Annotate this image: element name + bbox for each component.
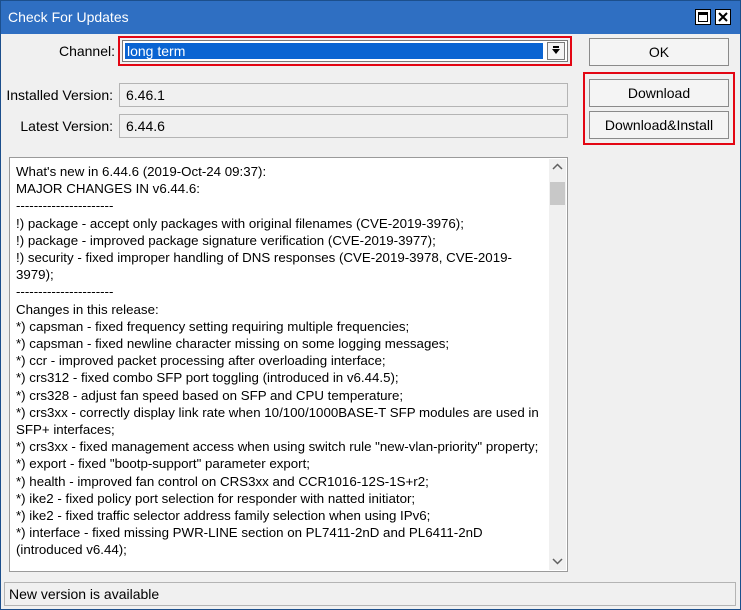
maximize-button[interactable] [695, 9, 711, 25]
note-line: !) package - accept only packages with o… [16, 215, 464, 231]
download-install-button[interactable]: Download&Install [589, 111, 729, 139]
download-button[interactable]: Download [589, 79, 729, 107]
installed-version-label: Installed Version: [6, 87, 113, 103]
latest-version-label: Latest Version: [20, 118, 113, 134]
scroll-up-button[interactable] [549, 159, 566, 176]
note-line: *) export - fixed "bootp-support" parame… [16, 456, 310, 472]
window-title: Check For Updates [8, 9, 129, 25]
release-notes-text: What's new in 6.44.6 (2019-Oct-24 09:37)… [16, 163, 544, 559]
channel-selected-value: long term [124, 42, 544, 60]
check-for-updates-window: Check For Updates Channel: long term Ins… [0, 0, 741, 610]
channel-label: Channel: [58, 43, 115, 59]
scroll-down-button[interactable] [549, 553, 566, 570]
note-line: *) crs3xx - fixed management access when… [16, 439, 539, 455]
scroll-thumb[interactable] [550, 182, 565, 205]
note-line: ---------------------- [16, 284, 114, 300]
dropdown-arrow-icon [552, 46, 560, 54]
note-line: *) health - improved fan control on CRS3… [16, 473, 429, 489]
note-line: *) ike2 - fixed policy port selection fo… [16, 490, 416, 506]
installed-version-field[interactable]: 6.46.1 [119, 83, 568, 107]
release-notes-scrollbar[interactable] [549, 159, 566, 570]
note-line: *) ike2 - fixed traffic selector address… [16, 508, 431, 524]
note-line: *) interface - fixed missing PWR-LINE se… [16, 525, 487, 558]
note-line: Changes in this release: [16, 301, 159, 317]
note-line: !) package - improved package signature … [16, 232, 436, 248]
scroll-down-arrow-icon [552, 558, 563, 565]
note-line: *) crs3xx - correctly display link rate … [16, 404, 543, 438]
note-line: *) capsman - fixed newline character mis… [16, 336, 450, 352]
close-button[interactable] [715, 9, 731, 25]
close-icon [718, 12, 728, 22]
note-line: ---------------------- [16, 198, 114, 214]
note-line: *) crs328 - adjust fan speed based on SF… [16, 387, 404, 403]
release-notes-box[interactable]: What's new in 6.44.6 (2019-Oct-24 09:37)… [9, 157, 568, 572]
note-line: !) security - fixed improper handling of… [16, 250, 512, 283]
note-line: MAJOR CHANGES IN v6.44.6: [16, 181, 200, 197]
title-bar[interactable]: Check For Updates [1, 1, 740, 34]
maximize-icon [698, 12, 708, 22]
note-line: *) ccr - improved packet processing afte… [16, 353, 386, 369]
note-line: What's new in 6.44.6 (2019-Oct-24 09:37)… [16, 164, 267, 179]
ok-button[interactable]: OK [589, 38, 729, 66]
channel-select[interactable]: long term [122, 40, 568, 62]
channel-dropdown-button[interactable] [547, 42, 565, 60]
status-bar: New version is available [4, 582, 736, 606]
note-line: *) crs312 - fixed combo SFP port togglin… [16, 370, 399, 386]
latest-version-field[interactable]: 6.44.6 [119, 114, 568, 138]
scroll-up-arrow-icon [552, 163, 563, 170]
note-line: *) capsman - fixed frequency setting req… [16, 318, 410, 334]
